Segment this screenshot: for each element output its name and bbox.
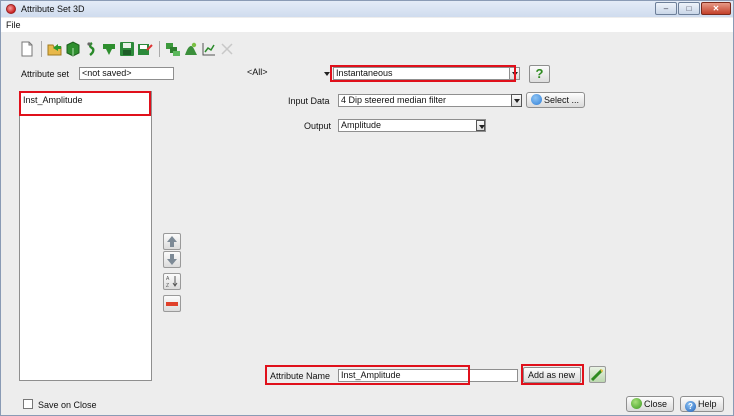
toolbar-separator: [41, 41, 42, 57]
default-set-icon[interactable]: [65, 41, 81, 57]
window-controls: – □ ✕: [655, 2, 731, 15]
save-on-close-label: Save on Close: [38, 400, 97, 410]
minimize-button[interactable]: –: [655, 2, 677, 15]
chevron-down-icon: [509, 68, 519, 79]
toolbar: [19, 39, 235, 59]
input-data-label: Input Data: [288, 96, 330, 106]
arrow-up-icon: [167, 236, 177, 247]
attribute-filter-value: <All>: [247, 67, 268, 77]
toolbar-separator: [159, 41, 160, 57]
close-button[interactable]: Close: [626, 396, 674, 412]
attribute-name-label: Attribute Name: [270, 371, 331, 381]
attribute-name-field[interactable]: Inst_Amplitude: [338, 369, 518, 382]
attributes-list[interactable]: Inst_Amplitude: [19, 91, 152, 381]
svg-text:A: A: [166, 276, 170, 282]
remove-button[interactable]: [163, 295, 181, 312]
attribute-set-name-field[interactable]: <not saved>: [79, 67, 174, 80]
sort-az-icon: AZ: [166, 276, 178, 289]
attribute-type-value: Instantaneous: [336, 68, 393, 78]
move-down-button[interactable]: [163, 251, 181, 268]
apply-icon: [590, 368, 604, 382]
save-icon[interactable]: [119, 41, 135, 57]
title-bar: Attribute Set 3D – □ ✕: [1, 1, 733, 17]
help-button-label: Help: [698, 399, 717, 409]
save-as-icon[interactable]: [137, 41, 153, 57]
output-value: Amplitude: [341, 120, 382, 130]
add-as-new-button[interactable]: Add as new: [523, 367, 581, 383]
close-window-button[interactable]: ✕: [701, 2, 731, 15]
apply-button[interactable]: [589, 366, 606, 383]
app-icon: [6, 4, 16, 14]
help-question-button[interactable]: ?: [529, 65, 550, 83]
graph-icon[interactable]: [201, 41, 217, 57]
import-icon[interactable]: [83, 41, 99, 57]
crossplot-icon[interactable]: [183, 41, 199, 57]
attribute-set-label: Attribute set: [21, 69, 70, 79]
disabled-icon: [221, 43, 233, 55]
list-item[interactable]: Inst_Amplitude: [23, 95, 83, 105]
evaluate-icon[interactable]: [165, 41, 181, 57]
select-icon: [531, 94, 542, 105]
input-data-value: 4 Dip steered median filter: [341, 95, 447, 105]
new-set-icon[interactable]: [19, 41, 35, 57]
import-file-icon[interactable]: [101, 41, 117, 57]
maximize-button[interactable]: □: [678, 2, 700, 15]
menu-bar: File: [1, 18, 733, 32]
save-on-close-checkbox[interactable]: [23, 399, 33, 409]
input-data-combo[interactable]: 4 Dip steered median filter: [338, 94, 519, 107]
menu-file[interactable]: File: [6, 20, 21, 30]
minus-icon: [166, 302, 178, 306]
help-button[interactable]: ? Help: [680, 396, 724, 412]
sort-button[interactable]: AZ: [163, 273, 181, 290]
select-input-button[interactable]: Select ...: [526, 92, 585, 108]
close-ok-icon: [631, 398, 642, 409]
close-button-label: Close: [644, 399, 668, 409]
output-label: Output: [304, 121, 332, 131]
move-up-button[interactable]: [163, 233, 181, 250]
input-data-dropdown-button[interactable]: [511, 94, 522, 107]
window-title: Attribute Set 3D: [21, 4, 85, 14]
svg-text:Z: Z: [166, 283, 169, 289]
output-combo[interactable]: Amplitude: [338, 119, 486, 132]
attribute-set-window: Attribute Set 3D – □ ✕ File Attribute se…: [0, 0, 734, 416]
attribute-filter-combo[interactable]: <All>: [245, 67, 333, 80]
chevron-down-icon: [476, 120, 485, 131]
arrow-down-icon: [167, 254, 177, 265]
help-icon: ?: [685, 401, 696, 412]
attribute-type-combo[interactable]: Instantaneous: [333, 67, 520, 80]
select-button-label: Select ...: [544, 95, 580, 105]
chevron-down-icon: [512, 95, 521, 106]
open-set-icon[interactable]: [47, 41, 63, 57]
chevron-down-icon: [324, 70, 331, 78]
